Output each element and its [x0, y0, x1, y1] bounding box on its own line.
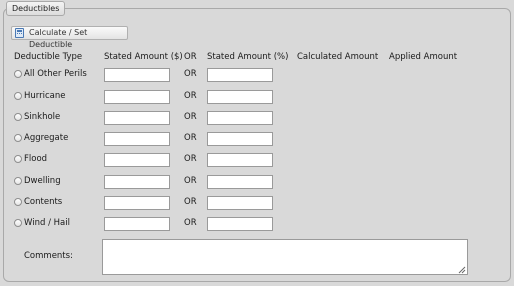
wind-hail-dollar-input[interactable]: [104, 217, 170, 231]
deductible-row-sinkhole: Sinkhole OR: [0, 111, 514, 125]
deductible-row-flood: Flood OR: [0, 153, 514, 167]
comments-textarea[interactable]: [102, 239, 468, 275]
deductible-row-all-other-perils: All Other Perils OR: [0, 68, 514, 82]
header-stated-dollar: Stated Amount ($): [104, 52, 183, 62]
flood-percent-input[interactable]: [207, 153, 273, 167]
hurricane-label: Hurricane: [24, 91, 66, 101]
dwelling-label: Dwelling: [24, 176, 61, 186]
sinkhole-radio[interactable]: [14, 113, 22, 121]
header-calculated-amount: Calculated Amount: [297, 52, 379, 62]
or-label: OR: [184, 133, 197, 143]
all-other-perils-percent-input[interactable]: [207, 68, 273, 82]
contents-percent-input[interactable]: [207, 196, 273, 210]
or-label: OR: [184, 197, 197, 207]
dwelling-dollar-input[interactable]: [104, 175, 170, 189]
aggregate-label: Aggregate: [24, 133, 69, 143]
aggregate-radio[interactable]: [14, 134, 22, 142]
header-stated-percent: Stated Amount (%): [207, 52, 289, 62]
all-other-perils-label: All Other Perils: [24, 69, 87, 79]
wind-hail-percent-input[interactable]: [207, 217, 273, 231]
wind-hail-radio[interactable]: [14, 219, 22, 227]
deductible-row-aggregate: Aggregate OR: [0, 132, 514, 146]
calculate-deductible-button[interactable]: Calculate / Set Deductible: [11, 26, 128, 49]
dwelling-radio[interactable]: [14, 177, 22, 185]
flood-label: Flood: [24, 154, 48, 164]
dwelling-percent-input[interactable]: [207, 175, 273, 189]
header-applied-amount: Applied Amount: [389, 52, 458, 62]
calculator-icon: [15, 28, 24, 38]
sinkhole-label: Sinkhole: [24, 112, 61, 122]
comments-label: Comments:: [24, 251, 73, 261]
resize-grip-icon[interactable]: [458, 266, 466, 274]
or-label: OR: [184, 91, 197, 101]
hurricane-radio[interactable]: [14, 92, 22, 100]
header-deductible-type: Deductible Type: [14, 52, 83, 62]
or-label: OR: [184, 69, 197, 79]
aggregate-percent-input[interactable]: [207, 132, 273, 146]
sinkhole-percent-input[interactable]: [207, 111, 273, 125]
flood-radio[interactable]: [14, 155, 22, 163]
deductible-row-dwelling: Dwelling OR: [0, 175, 514, 189]
or-label: OR: [184, 112, 197, 122]
hurricane-percent-input[interactable]: [207, 90, 273, 104]
deductible-row-hurricane: Hurricane OR: [0, 90, 514, 104]
header-or: OR: [184, 52, 197, 62]
all-other-perils-radio[interactable]: [14, 70, 22, 78]
flood-dollar-input[interactable]: [104, 153, 170, 167]
contents-dollar-input[interactable]: [104, 196, 170, 210]
contents-radio[interactable]: [14, 198, 22, 206]
panel-legend: Deductibles: [6, 1, 66, 16]
aggregate-dollar-input[interactable]: [104, 132, 170, 146]
sinkhole-dollar-input[interactable]: [104, 111, 170, 125]
contents-label: Contents: [24, 197, 63, 207]
deductible-row-contents: Contents OR: [0, 196, 514, 210]
or-label: OR: [184, 176, 197, 186]
or-label: OR: [184, 218, 197, 228]
all-other-perils-dollar-input[interactable]: [104, 68, 170, 82]
wind-hail-label: Wind / Hail: [24, 218, 70, 228]
or-label: OR: [184, 154, 197, 164]
deductible-row-wind-hail: Wind / Hail OR: [0, 217, 514, 231]
hurricane-dollar-input[interactable]: [104, 90, 170, 104]
